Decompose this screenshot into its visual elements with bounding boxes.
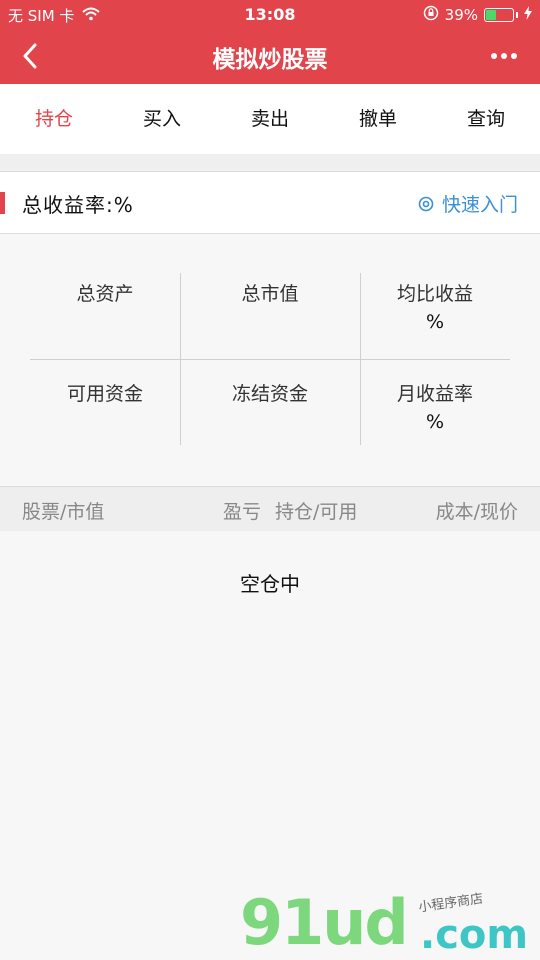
charging-icon: [524, 6, 532, 24]
page-title: 模拟炒股票: [212, 47, 328, 73]
summary-accent-bar: [0, 192, 5, 214]
column-cost-price: 成本/现价: [435, 501, 518, 523]
tab-buy[interactable]: 买入: [108, 84, 216, 154]
battery-percent: 39%: [444, 6, 478, 24]
total-market-value-label: 总市值: [241, 283, 299, 305]
total-return-label: 总收益率:%: [22, 193, 134, 217]
monthly-return-value: %: [425, 411, 445, 433]
watermark-main: 91ud: [240, 886, 409, 959]
frozen-funds-label: 冻结资金: [231, 383, 308, 405]
empty-state-text: 空仓中: [240, 572, 300, 596]
tab-holdings[interactable]: 持仓: [0, 84, 108, 154]
tab-query[interactable]: 查询: [432, 84, 540, 154]
app-header: 无 SIM 卡 13:08 39% 模拟炒股票: [0, 0, 540, 84]
more-dot-icon: [501, 53, 507, 59]
stats-divider: [30, 359, 510, 360]
more-dot-icon: [491, 53, 497, 59]
nav-bar: 模拟炒股票: [0, 28, 540, 84]
total-assets-label: 总资产: [76, 283, 134, 305]
target-icon: [418, 196, 434, 211]
column-holding-available: 持仓/可用: [275, 501, 358, 523]
watermark-logo: 91ud 小程序商店 .com: [240, 886, 530, 959]
quick-start-link[interactable]: 快速入门: [418, 190, 518, 217]
watermark-domain: .com: [420, 912, 529, 958]
column-stock-market-value: 股票/市值: [22, 501, 105, 523]
rotation-lock-icon: [423, 5, 439, 25]
return-summary: 总收益率:% 快速入门: [0, 172, 540, 234]
quick-start-label: 快速入门: [441, 194, 518, 216]
status-right: 39%: [423, 5, 532, 25]
tab-cancel-order[interactable]: 撤单: [324, 84, 432, 154]
account-stats: 总资产 总市值 均比收益 % 可用资金 冻结资金 月收益率 %: [0, 235, 540, 485]
section-divider: [0, 154, 540, 172]
status-bar: 无 SIM 卡 13:08 39%: [0, 0, 540, 28]
available-funds-label: 可用资金: [66, 383, 143, 405]
holdings-table-header: 股票/市值 盈亏 持仓/可用 成本/现价: [0, 486, 540, 531]
tab-bar: 持仓 买入 卖出 撤单 查询: [0, 84, 540, 154]
more-button[interactable]: [484, 42, 524, 70]
tab-sell[interactable]: 卖出: [216, 84, 324, 154]
avg-return-value: %: [425, 311, 445, 333]
avg-return-label: 均比收益: [396, 283, 473, 305]
column-profit-loss: 盈亏: [223, 501, 262, 523]
battery-icon: [484, 8, 514, 22]
battery-tip: [516, 12, 518, 18]
more-dot-icon: [511, 53, 517, 59]
monthly-return-label: 月收益率: [396, 383, 473, 405]
